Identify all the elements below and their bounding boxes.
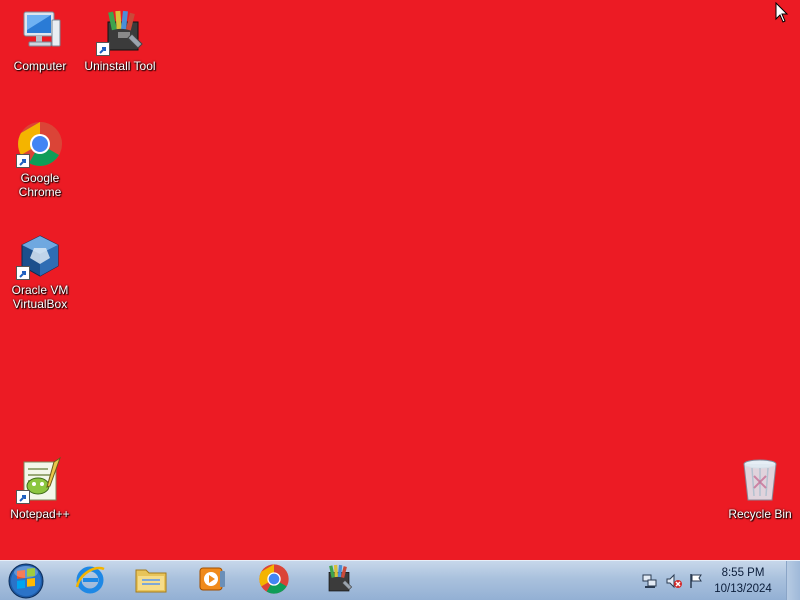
desktop-icon-notepad-plus-plus[interactable]: Notepad++ xyxy=(1,456,79,521)
desktop-icon-label: Oracle VM VirtualBox xyxy=(11,283,69,311)
desktop-icon-label: Google Chrome xyxy=(18,171,62,199)
clock[interactable]: 8:55 PM 10/13/2024 xyxy=(708,565,778,597)
uninstall-tool-icon xyxy=(96,8,144,56)
desktop-icon-label: Uninstall Tool xyxy=(84,59,156,73)
desktop-icon-label: Computer xyxy=(13,59,67,73)
taskbar-google-chrome-button[interactable] xyxy=(246,563,302,599)
clock-time: 8:55 PM xyxy=(721,567,765,579)
desktop-icon-google-chrome[interactable]: Google Chrome xyxy=(1,120,79,199)
desktop-icon-label: Notepad++ xyxy=(10,507,70,521)
start-button[interactable] xyxy=(6,562,46,600)
taskbar-internet-explorer-button[interactable] xyxy=(62,563,118,599)
mouse-cursor-icon xyxy=(775,1,789,24)
chrome-icon xyxy=(16,120,64,168)
shortcut-arrow-icon xyxy=(96,42,110,56)
network-icon[interactable] xyxy=(642,573,658,589)
shortcut-arrow-icon xyxy=(16,266,30,280)
shortcut-arrow-icon xyxy=(16,490,30,504)
taskbar: 8:55 PM 10/13/2024 xyxy=(0,560,800,600)
media-player-icon xyxy=(196,563,228,600)
virtualbox-icon xyxy=(16,232,64,280)
volume-muted-icon[interactable] xyxy=(666,573,682,589)
computer-icon xyxy=(16,8,64,56)
desktop-icon-recycle-bin[interactable]: Recycle Bin xyxy=(721,456,799,521)
show-desktop-button[interactable] xyxy=(786,561,800,600)
desktop-icon-computer[interactable]: Computer xyxy=(1,8,79,73)
action-center-flag-icon[interactable] xyxy=(688,573,704,589)
notepad-plus-plus-icon xyxy=(16,456,64,504)
recycle-bin-icon xyxy=(736,456,784,504)
file-explorer-icon xyxy=(134,564,168,599)
shortcut-arrow-icon xyxy=(16,154,30,168)
desktop[interactable]: Computer Uninstall Tool Google Chrome Or… xyxy=(0,0,800,560)
taskbar-file-explorer-button[interactable] xyxy=(123,563,179,599)
taskbar-uninstall-tool-button[interactable] xyxy=(309,563,365,599)
chrome-icon xyxy=(258,563,290,600)
taskbar-media-player-button[interactable] xyxy=(184,563,240,599)
internet-explorer-icon xyxy=(74,563,106,600)
desktop-icon-oracle-vm-virtualbox[interactable]: Oracle VM VirtualBox xyxy=(1,232,79,311)
system-tray: 8:55 PM 10/13/2024 xyxy=(630,561,800,600)
desktop-icon-label: Recycle Bin xyxy=(728,507,792,521)
desktop-icon-uninstall-tool[interactable]: Uninstall Tool xyxy=(81,8,159,73)
uninstall-tool-icon xyxy=(321,563,353,600)
clock-date: 10/13/2024 xyxy=(714,583,772,595)
